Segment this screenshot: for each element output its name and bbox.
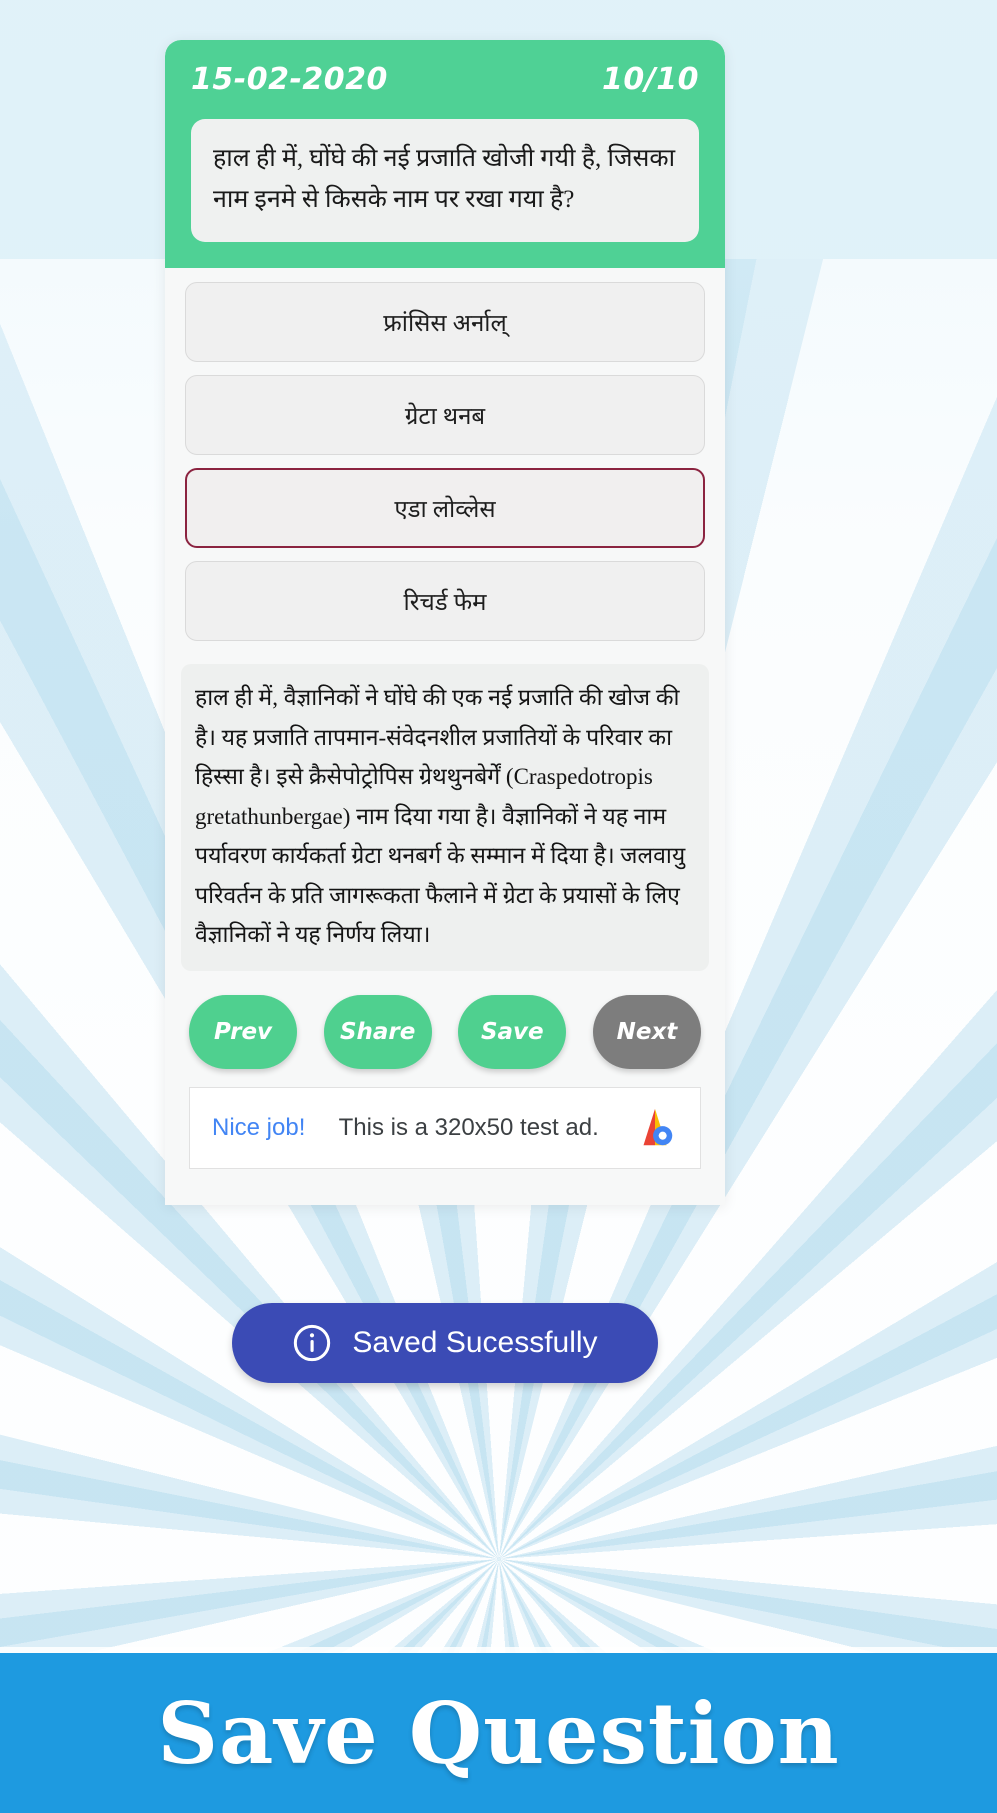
explanation-box: हाल ही में, वैज्ञानिकों ने घोंघे की एक न… (181, 664, 709, 971)
answer-option-3[interactable]: एडा लोव्लेस (185, 468, 705, 548)
action-button-row: Prev Share Save Next (165, 971, 725, 1087)
answer-option-1[interactable]: फ्रांसिस अर्नाल् (185, 282, 705, 362)
answer-option-1-label: फ्रांसिस अर्नाल् (383, 310, 507, 337)
toast-saved-successfully: Saved Sucessfully (232, 1303, 658, 1383)
bottom-banner-title: Save Question (157, 1683, 840, 1783)
question-header: 15-02-2020 10/10 हाल ही में, घोंघे की नई… (165, 40, 725, 268)
admob-icon (632, 1105, 678, 1151)
answer-option-3-label: एडा लोव्लेस (394, 496, 496, 523)
quiz-card: 15-02-2020 10/10 हाल ही में, घोंघे की नई… (165, 40, 725, 1205)
prev-button[interactable]: Prev (189, 994, 297, 1069)
toast-message: Saved Sucessfully (352, 1326, 598, 1359)
ad-body-text: This is a 320x50 test ad. (338, 1113, 599, 1141)
ad-banner[interactable]: Nice job! This is a 320x50 test ad. (189, 1086, 701, 1169)
answer-option-4[interactable]: रिचर्ड फेम (185, 561, 705, 641)
app-screenshot: 15-02-2020 10/10 हाल ही में, घोंघे की नई… (0, 0, 997, 1813)
answer-options-list: फ्रांसिस अर्नाल् ग्रेटा थनब एडा लोव्लेस … (165, 268, 725, 660)
answer-option-2[interactable]: ग्रेटा थनब (185, 375, 705, 455)
explanation-text: हाल ही में, वैज्ञानिकों ने घोंघे की एक न… (195, 685, 686, 948)
save-button[interactable]: Save (458, 994, 567, 1069)
ad-cta-label: Nice job! (212, 1113, 306, 1141)
question-counter: 10/10 (602, 62, 699, 97)
header-meta-row: 15-02-2020 10/10 (191, 62, 699, 97)
next-button[interactable]: Next (592, 994, 701, 1069)
share-button[interactable]: Share (323, 994, 432, 1069)
answer-option-4-label: रिचर्ड फेम (403, 589, 487, 616)
bottom-banner: Save Question (0, 1653, 997, 1813)
question-date: 15-02-2020 (191, 62, 388, 97)
info-icon (292, 1323, 332, 1363)
answer-option-2-label: ग्रेटा थनब (404, 403, 486, 430)
question-text-box: हाल ही में, घोंघे की नई प्रजाति खोजी गयी… (191, 119, 699, 242)
question-text: हाल ही में, घोंघे की नई प्रजाति खोजी गयी… (213, 145, 676, 213)
